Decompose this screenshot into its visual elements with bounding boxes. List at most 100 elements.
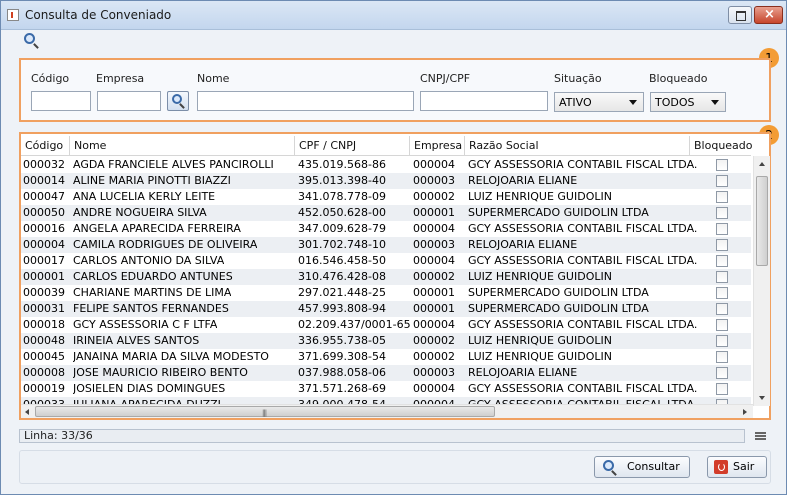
bloqueado-checkbox[interactable] xyxy=(716,367,728,379)
cell-cpf: 435.019.568-86 xyxy=(298,158,386,171)
cell-nome: CARLOS EDUARDO ANTUNES xyxy=(73,270,233,283)
table-row[interactable]: 000018 GCY ASSESSORIA C F LTFA 02.209.437/… xyxy=(21,317,751,333)
cell-empresa: 000003 xyxy=(413,174,455,187)
cell-razao: GCY ASSESSORIA CONTABIL FISCAL LTDA. xyxy=(468,222,698,235)
bloqueado-checkbox[interactable] xyxy=(716,255,728,267)
bloqueado-value: TODOS xyxy=(655,96,695,109)
cell-codigo: 000017 xyxy=(23,254,65,267)
situacao-select[interactable]: ATIVO xyxy=(554,92,644,112)
cell-codigo: 000031 xyxy=(23,302,65,315)
bloqueado-checkbox[interactable] xyxy=(716,239,728,251)
col-razao[interactable]: Razão Social xyxy=(465,136,690,156)
cell-empresa: 000003 xyxy=(413,238,455,251)
table-row[interactable]: 000019 JOSIELEN DIAS DOMINGUES 371.571.268… xyxy=(21,381,751,397)
table-row[interactable]: 000047 ANA LUCELIA KERLY LEITE 341.078.778… xyxy=(21,189,751,205)
table-row[interactable]: 000033 JULIANA APARECIDA DUZZI 349.000.478… xyxy=(21,397,751,404)
cell-razao: GCY ASSESSORIA CONTABIL FISCAL LTDA. xyxy=(468,397,697,404)
cell-empresa: 000001 xyxy=(413,302,455,315)
table-row[interactable]: 000048 IRINEIA ALVES SANTOS 336.955.738-05… xyxy=(21,333,751,349)
vertical-scroll-thumb[interactable] xyxy=(756,176,768,266)
cell-codigo: 000048 xyxy=(23,334,65,347)
cell-razao: GCY ASSESSORIA CONTABIL FISCAL LTDA. xyxy=(468,158,698,171)
cell-cpf: 336.955.738-05 xyxy=(298,334,386,347)
cell-nome: ANGELA APARECIDA FERREIRA xyxy=(73,222,241,235)
bloqueado-checkbox[interactable] xyxy=(716,383,728,395)
sair-button[interactable]: Sair xyxy=(707,456,767,478)
scroll-left-icon xyxy=(25,409,29,415)
bloqueado-checkbox[interactable] xyxy=(716,271,728,283)
table-row[interactable]: 000045 JANAINA MARIA DA SILVA MODESTO 371.… xyxy=(21,349,751,365)
magnifier-handle xyxy=(33,43,39,49)
cell-empresa: 000004 xyxy=(413,254,455,267)
bloqueado-checkbox[interactable] xyxy=(716,335,728,347)
cell-cpf: 341.078.778-09 xyxy=(298,190,386,203)
title-bar: Consulta de Conveniado × xyxy=(1,1,786,30)
bloqueado-checkbox[interactable] xyxy=(716,351,728,363)
cell-razao: RELOJOARIA ELIANE xyxy=(468,366,578,379)
cell-nome: JANAINA MARIA DA SILVA MODESTO xyxy=(73,350,269,363)
cell-empresa: 000001 xyxy=(413,286,455,299)
cell-cpf: 349.000.478-54 xyxy=(298,397,386,404)
codigo-field[interactable] xyxy=(31,91,91,111)
vertical-scrollbar[interactable] xyxy=(753,156,770,406)
grip-icon: ||| xyxy=(262,409,267,417)
power-icon xyxy=(714,460,728,474)
table-row[interactable]: 000031 FELIPE SANTOS FERNANDES 457.993.808… xyxy=(21,301,751,317)
cnpj-field[interactable] xyxy=(420,91,548,111)
col-nome[interactable]: Nome xyxy=(70,136,295,156)
bloqueado-checkbox[interactable] xyxy=(716,287,728,299)
empresa-field[interactable] xyxy=(97,91,161,111)
cell-codigo: 000050 xyxy=(23,206,65,219)
cnpj-label: CNPJ/CPF xyxy=(420,72,471,85)
bloqueado-checkbox[interactable] xyxy=(716,159,728,171)
col-empresa[interactable]: Empresa xyxy=(410,136,465,156)
bloqueado-checkbox[interactable] xyxy=(716,207,728,219)
search-toolbar-icon[interactable] xyxy=(23,33,41,49)
cell-empresa: 000004 xyxy=(413,222,455,235)
bloqueado-checkbox[interactable] xyxy=(716,319,728,331)
table-row[interactable]: 000004 CAMILA RODRIGUES DE OLIVEIRA 301.70… xyxy=(21,237,751,253)
menu-icon[interactable] xyxy=(755,432,766,441)
situacao-label: Situação xyxy=(554,72,602,85)
consultar-button[interactable]: Consultar xyxy=(594,456,690,478)
chevron-down-icon xyxy=(711,100,719,105)
cell-codigo: 000045 xyxy=(23,350,65,363)
search-icon-handle xyxy=(179,103,185,109)
horizontal-scrollbar[interactable]: ||| xyxy=(21,404,753,418)
table-row[interactable]: 000050 ANDRE NOGUEIRA SILVA 452.050.628-00… xyxy=(21,205,751,221)
cell-cpf: 371.699.308-54 xyxy=(298,350,386,363)
col-bloqueado[interactable]: Bloqueado xyxy=(690,136,753,156)
table-row[interactable]: 000016 ANGELA APARECIDA FERREIRA 347.009.6… xyxy=(21,221,751,237)
cell-razao: GCY ASSESSORIA CONTABIL FISCAL LTDA. xyxy=(468,318,698,331)
bloqueado-label: Bloqueado xyxy=(649,72,708,85)
horizontal-scroll-thumb[interactable]: ||| xyxy=(35,406,495,417)
cell-razao: SUPERMERCADO GUIDOLIN LTDA xyxy=(468,286,649,299)
table-row[interactable]: 000001 CARLOS EDUARDO ANTUNES 310.476.428-… xyxy=(21,269,751,285)
bloqueado-checkbox[interactable] xyxy=(716,303,728,315)
cell-cpf: 301.702.748-10 xyxy=(298,238,386,251)
col-codigo[interactable]: Código xyxy=(21,136,70,156)
table-row[interactable]: 000008 JOSE MAURICIO RIBEIRO BENTO 037.988… xyxy=(21,365,751,381)
cell-codigo: 000016 xyxy=(23,222,65,235)
nome-field[interactable] xyxy=(197,91,414,111)
bloqueado-checkbox[interactable] xyxy=(716,175,728,187)
bloqueado-checkbox[interactable] xyxy=(716,191,728,203)
table-row[interactable]: 000032 AGDA FRANCIELE ALVES PANCIROLLI 435… xyxy=(21,157,751,173)
restore-button[interactable] xyxy=(728,6,752,24)
cell-codigo: 000001 xyxy=(23,270,65,283)
close-button[interactable]: × xyxy=(754,6,783,24)
results-grid: Código Nome CPF / CNPJ Empresa Razão Soc… xyxy=(19,132,771,420)
cell-cpf: 037.988.058-06 xyxy=(298,366,386,379)
cell-codigo: 000014 xyxy=(23,174,65,187)
table-row[interactable]: 000017 CARLOS ANTONIO DA SILVA 016.546.458… xyxy=(21,253,751,269)
bloqueado-select[interactable]: TODOS xyxy=(650,92,726,112)
table-row[interactable]: 000014 ALINE MARIA PINOTTI BIAZZI 395.013.… xyxy=(21,173,751,189)
cell-razao: LUIZ HENRIQUE GUIDOLIN xyxy=(468,270,612,283)
col-cpf[interactable]: CPF / CNPJ xyxy=(295,136,410,156)
table-row[interactable]: 000039 CHARIANE MARTINS DE LIMA 297.021.44… xyxy=(21,285,751,301)
search-icon-handle xyxy=(611,470,617,476)
bloqueado-checkbox[interactable] xyxy=(716,223,728,235)
cell-empresa: 000002 xyxy=(413,270,455,283)
empresa-search-button[interactable] xyxy=(167,91,189,111)
filter-panel: Código Empresa Nome CNPJ/CPF Situação AT… xyxy=(19,58,771,122)
